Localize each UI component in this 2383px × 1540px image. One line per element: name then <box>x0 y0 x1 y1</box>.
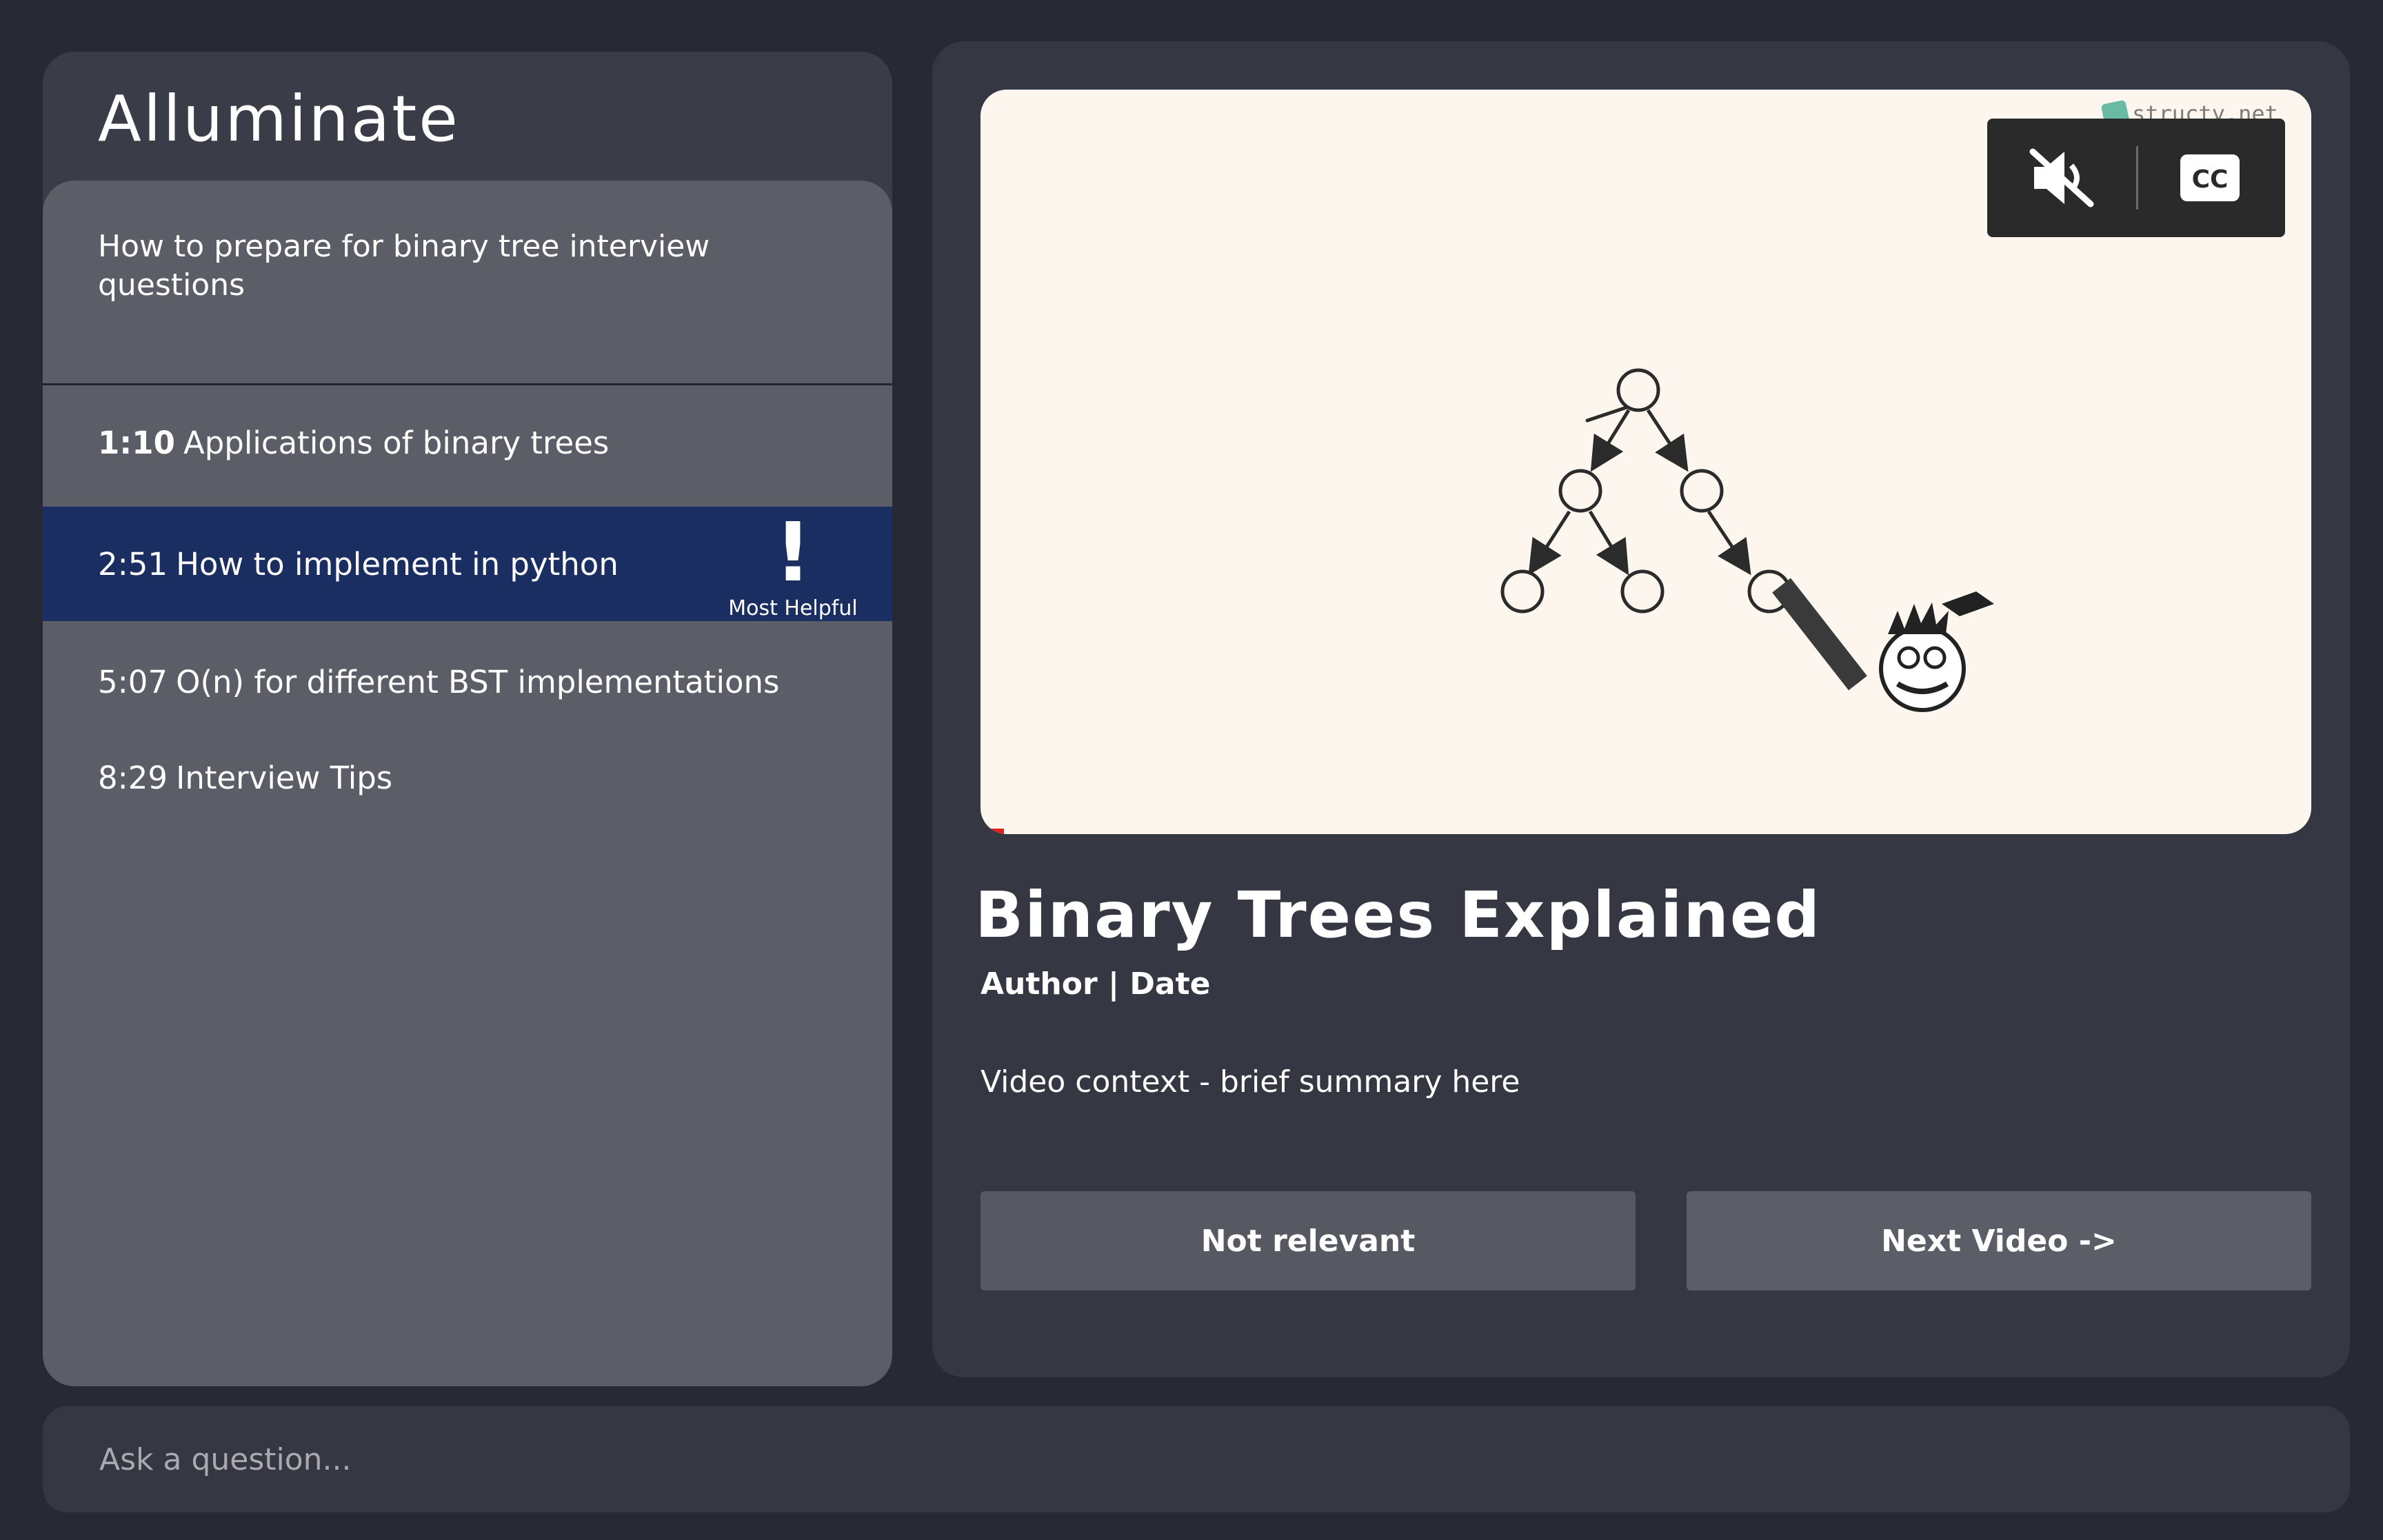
controls-divider <box>2136 146 2138 210</box>
chapter-list-header: How to prepare for binary tree interview… <box>98 229 710 303</box>
chapter-label: How to implement in python <box>176 545 619 582</box>
closed-captions-icon[interactable]: CC <box>2179 153 2241 203</box>
video-summary: Video context - brief summary here <box>981 1064 1520 1100</box>
ask-bar <box>43 1406 2350 1512</box>
chapter-timestamp: 2:51 <box>98 545 168 582</box>
next-video-button[interactable]: Next Video -> <box>1687 1191 2311 1290</box>
chapter-label: Applications of binary trees <box>183 424 610 461</box>
video-player[interactable]: structy.net CC <box>981 90 2311 834</box>
chapter-sidebar: Alluminate How to prepare for binary tre… <box>43 52 892 1386</box>
not-relevant-button[interactable]: Not relevant <box>981 1191 1636 1290</box>
chapter-timestamp: 1:10 <box>98 424 175 461</box>
exclamation-icon: ! <box>774 505 812 600</box>
video-progress-indicator[interactable] <box>985 829 1004 834</box>
chapter-timestamp: 5:07 <box>98 663 168 700</box>
video-author-date: Author | Date <box>981 966 1211 1002</box>
video-controls: CC <box>1987 119 2285 237</box>
most-helpful-badge: ! Most Helpful <box>724 505 862 622</box>
app-title: Alluminate <box>98 82 460 156</box>
chapter-item-applications[interactable]: 1:10 Applications of binary trees <box>43 385 892 500</box>
video-panel: structy.net CC Binary Trees Explained Au… <box>932 41 2350 1377</box>
professor-mascot-icon <box>1772 578 1994 712</box>
cc-label: CC <box>2192 165 2229 194</box>
chapter-item-interview-tips[interactable]: 8:29 Interview Tips <box>43 720 892 835</box>
most-helpful-label: Most Helpful <box>728 596 858 620</box>
speaker-muted-icon[interactable] <box>2027 146 2096 210</box>
video-title: Binary Trees Explained <box>975 878 1822 952</box>
chapter-label: Interview Tips <box>176 759 393 796</box>
ask-question-input[interactable] <box>98 1441 2350 1478</box>
chapter-list: How to prepare for binary tree interview… <box>43 181 892 1386</box>
chapter-item-implement-python[interactable]: 2:51 How to implement in python ! Most H… <box>43 507 892 621</box>
chapter-timestamp: 8:29 <box>98 759 168 796</box>
chapter-label: O(n) for different BST implementations <box>176 663 780 700</box>
